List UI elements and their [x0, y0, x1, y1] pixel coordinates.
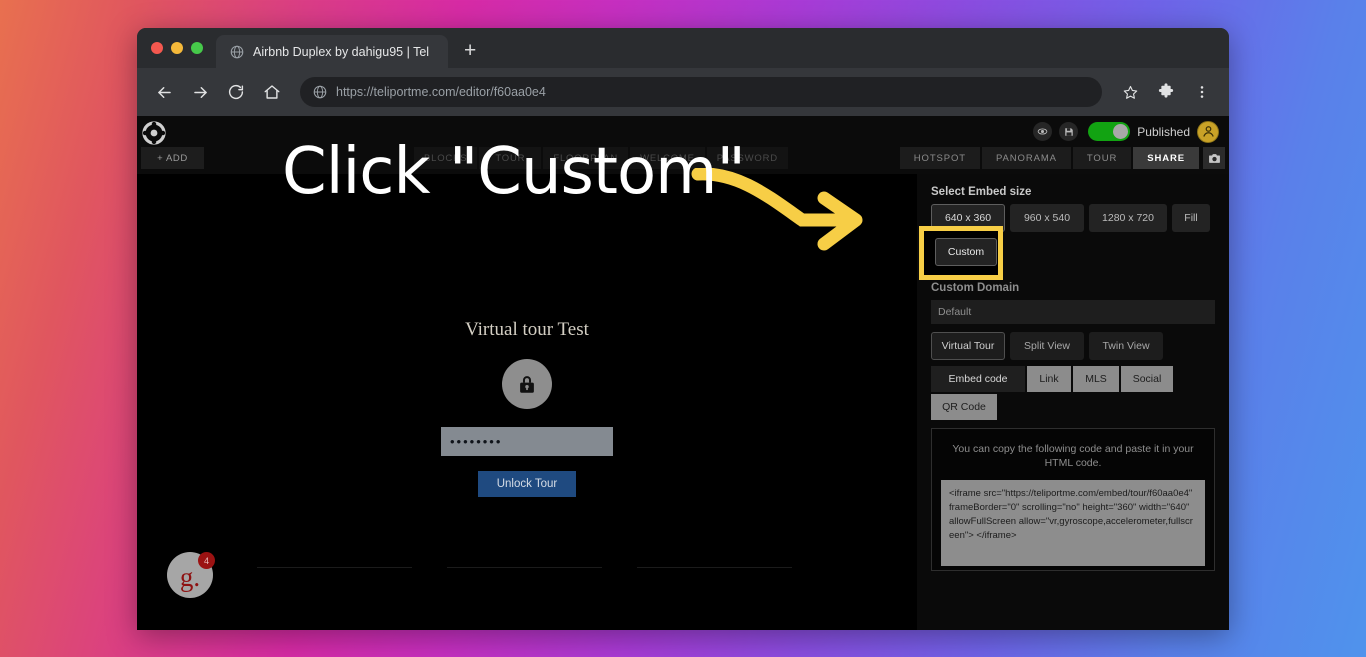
browser-tab-strip: Airbnb Duplex by dahigu95 | Tel + [137, 28, 1229, 68]
share-format-tabs: Embed code Link MLS Social [931, 366, 1215, 392]
embed-code-panel: You can copy the following code and past… [931, 428, 1215, 571]
password-input[interactable]: •••••••• [441, 427, 613, 456]
custom-size-area: Custom [919, 226, 1215, 280]
tab-social[interactable]: Social [1121, 366, 1173, 392]
custom-domain-input[interactable]: Default [931, 300, 1215, 324]
password-gate: Virtual tour Test •••••••• Unlock Tour [137, 319, 917, 497]
view-virtual-tour-button[interactable]: Virtual Tour [931, 332, 1005, 360]
browser-tab-title: Airbnb Duplex by dahigu95 | Tel [253, 44, 430, 59]
publish-toggle[interactable] [1088, 122, 1131, 141]
thumbnail-placeholder[interactable] [637, 567, 792, 568]
app-left-tabs: BLOCKS TOUR FLOORPLAN WELCOME PASSWORD [414, 147, 790, 169]
app-tab-tour[interactable]: TOUR [479, 147, 542, 169]
tour-preview-stage: Virtual tour Test •••••••• Unlock Tour g… [137, 174, 917, 630]
reload-icon[interactable] [221, 77, 251, 107]
app-tab-panorama[interactable]: PANORAMA [982, 147, 1071, 169]
tab-qr-code[interactable]: QR Code [931, 394, 997, 420]
app-tab-password[interactable]: PASSWORD [706, 147, 788, 169]
embed-code-hint: You can copy the following code and past… [952, 443, 1194, 470]
window-controls [151, 28, 216, 68]
thumbnail-strip [257, 567, 792, 568]
chrome-menu-icon[interactable] [1187, 77, 1217, 107]
avatar[interactable] [1197, 120, 1219, 143]
app-right-tabs: HOTSPOT PANORAMA TOUR SHARE [898, 147, 1199, 169]
eye-icon[interactable] [1033, 122, 1053, 141]
grammarly-logo-letter: g. [179, 561, 201, 592]
unlock-tour-button[interactable]: Unlock Tour [477, 471, 577, 497]
tab-mls[interactable]: MLS [1073, 366, 1119, 392]
page-viewport: + ADD BLOCKS TOUR FLOORPLAN WELCOME PASS… [137, 116, 1229, 630]
extensions-puzzle-icon[interactable] [1151, 77, 1181, 107]
browser-navigation-bar: https://teliportme.com/editor/f60aa0e4 [137, 68, 1229, 116]
view-twin-view-button[interactable]: Twin View [1089, 332, 1163, 360]
embed-size-fill-button[interactable]: Fill [1172, 204, 1210, 232]
published-label: Published [1137, 124, 1190, 139]
app-tab-tour-right[interactable]: TOUR [1072, 147, 1132, 169]
camera-icon[interactable] [1203, 147, 1225, 169]
custom-size-button[interactable]: Custom [935, 238, 997, 266]
app-tab-share[interactable]: SHARE [1133, 147, 1199, 169]
embed-size-960x540-button[interactable]: 960 x 540 [1010, 204, 1084, 232]
browser-window: Airbnb Duplex by dahigu95 | Tel + https:… [137, 28, 1229, 630]
page-title: Virtual tour Test [465, 319, 589, 340]
add-button-label: + ADD [157, 152, 188, 164]
view-mode-options: Virtual Tour Split View Twin View [931, 332, 1215, 360]
tab-embed-code[interactable]: Embed code [931, 366, 1025, 392]
home-icon[interactable] [257, 77, 287, 107]
embed-size-1280x720-button[interactable]: 1280 x 720 [1089, 204, 1167, 232]
thumbnail-placeholder[interactable] [447, 567, 602, 568]
browser-tab[interactable]: Airbnb Duplex by dahigu95 | Tel [216, 35, 448, 68]
close-window-button[interactable] [151, 42, 163, 54]
app-status-bar: Published [1033, 116, 1219, 147]
app-tab-welcome[interactable]: WELCOME [630, 147, 705, 169]
app-tab-blocks[interactable]: BLOCKS [414, 147, 478, 169]
url-text: https://teliportme.com/editor/f60aa0e4 [336, 85, 546, 99]
app-tab-hotspot[interactable]: HOTSPOT [899, 147, 981, 169]
thumbnail-placeholder[interactable] [257, 567, 412, 568]
view-split-view-button[interactable]: Split View [1010, 332, 1084, 360]
add-button[interactable]: + ADD [141, 147, 204, 169]
teliportme-logo[interactable] [141, 120, 167, 146]
share-format-tabs-second-row: QR Code [931, 394, 1215, 420]
share-panel: Select Embed size 640 x 360 960 x 540 12… [917, 174, 1229, 630]
bookmark-star-icon[interactable] [1115, 77, 1145, 107]
maximize-window-button[interactable] [191, 42, 203, 54]
globe-icon [230, 45, 244, 58]
embed-code-textarea[interactable]: <iframe src="https://teliportme.com/embe… [941, 480, 1205, 567]
url-bar[interactable]: https://teliportme.com/editor/f60aa0e4 [300, 77, 1102, 107]
app-top-bar: + ADD BLOCKS TOUR FLOORPLAN WELCOME PASS… [137, 116, 1229, 174]
tab-link[interactable]: Link [1027, 366, 1071, 392]
globe-icon [313, 85, 327, 99]
toggle-knob [1113, 124, 1129, 139]
lock-icon [502, 359, 552, 409]
minimize-window-button[interactable] [171, 42, 183, 54]
new-tab-button[interactable]: + [464, 40, 476, 61]
back-arrow-icon[interactable] [149, 77, 179, 107]
forward-arrow-icon[interactable] [185, 77, 215, 107]
grammarly-badge-count: 4 [198, 552, 215, 569]
grammarly-widget[interactable]: g. 4 [167, 552, 215, 598]
app-tab-floorplan[interactable]: FLOORPLAN [543, 147, 629, 169]
save-icon[interactable] [1059, 122, 1079, 141]
embed-size-label: Select Embed size [931, 186, 1032, 198]
custom-domain-label: Custom Domain [931, 282, 1020, 294]
